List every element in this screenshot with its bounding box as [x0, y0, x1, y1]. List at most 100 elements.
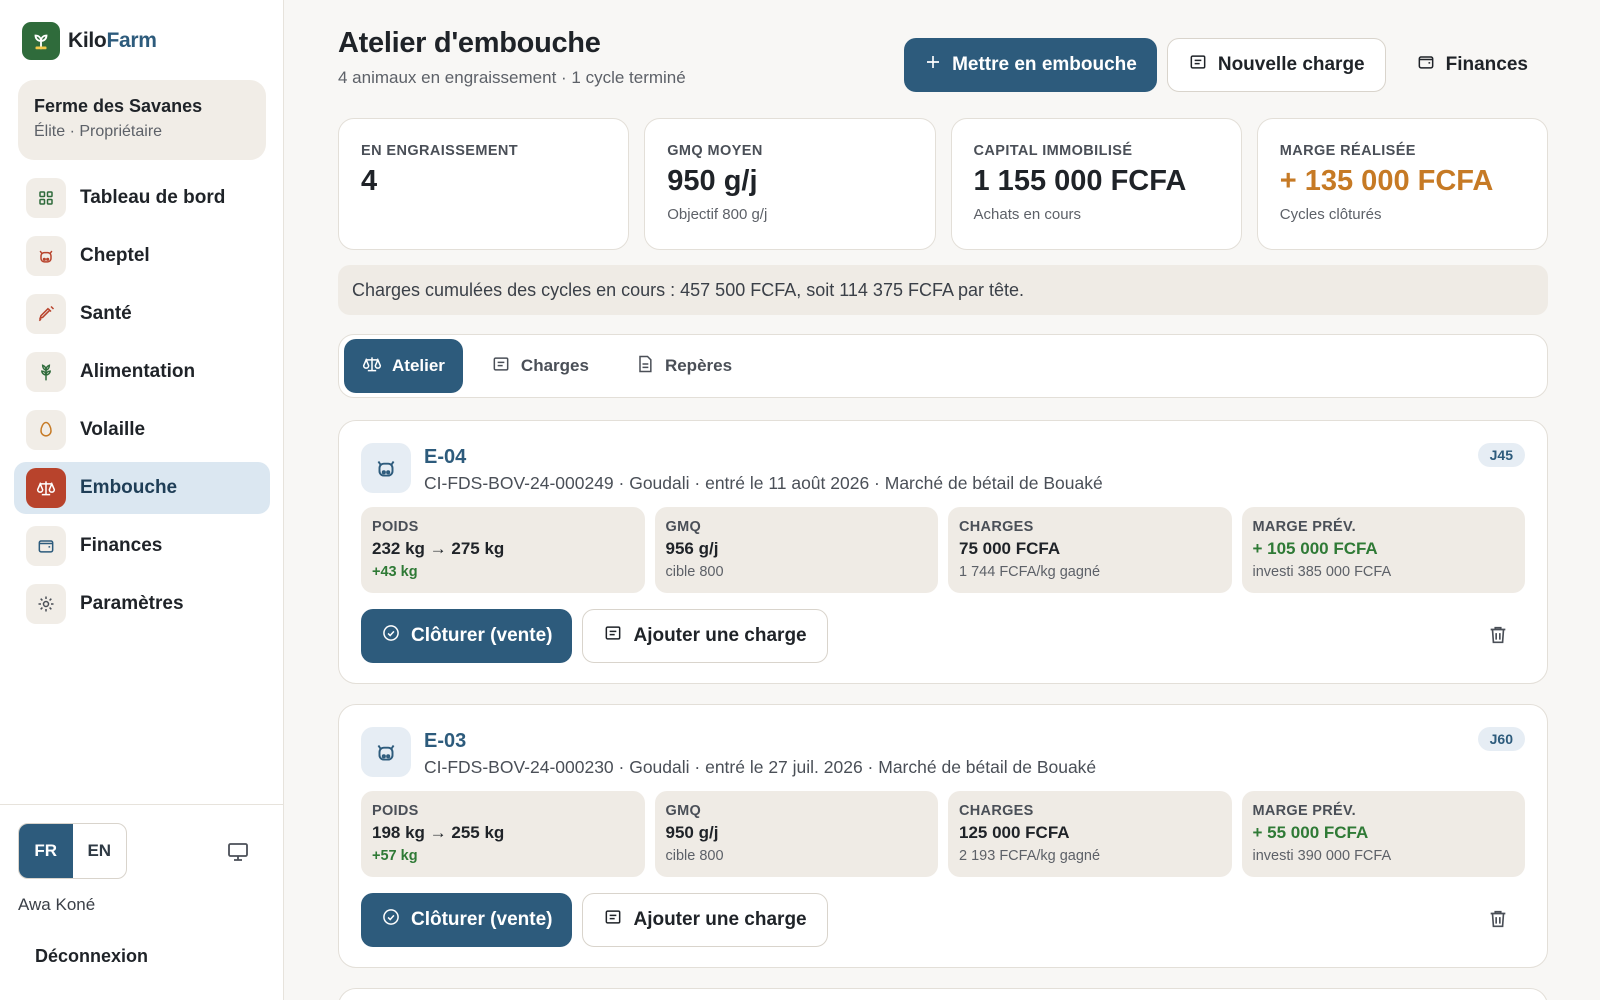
metric-note: cible 800: [665, 564, 724, 580]
cow-icon: [361, 443, 411, 493]
lot-id[interactable]: E-04: [424, 446, 466, 469]
nav-label: Embouche: [80, 477, 178, 498]
metric-value: + 105 000 FCFA: [1252, 539, 1378, 558]
add-charge-button[interactable]: Ajouter une charge: [582, 609, 828, 663]
new-charge-label: Nouvelle charge: [1217, 54, 1365, 75]
trash-icon[interactable]: [1487, 623, 1509, 647]
nav-label: Finances: [80, 535, 163, 556]
metric-note: +57 kg: [372, 848, 418, 864]
receipt-icon: [603, 907, 623, 933]
metric-label: CHARGES: [959, 519, 1034, 535]
receipt-icon: [603, 623, 623, 649]
stat-value: + 135 000 FCFA: [1279, 165, 1494, 197]
metric-charges: CHARGES 125 000 FCFA 2 193 FCFA/kg gagné: [948, 791, 1232, 877]
metric-value: 956 g/j: [665, 539, 719, 558]
nav-item-tableau-de-bord[interactable]: Tableau de bord: [14, 172, 270, 224]
nav-label: Tableau de bord: [80, 187, 226, 208]
tab-charges[interactable]: Charges: [473, 339, 607, 393]
lot-metrics: POIDS 198 kg → 255 kg +57 kg GMQ 950 g/j…: [361, 791, 1525, 877]
add-charge-label: Ajouter une charge: [633, 625, 807, 646]
tab-atelier[interactable]: Atelier: [344, 339, 463, 393]
header-actions: Mettre en embouche Nouvelle charge Finan…: [904, 38, 1548, 92]
finances-button[interactable]: Finances: [1396, 38, 1548, 92]
nav-item-volaille[interactable]: Volaille: [14, 404, 270, 456]
nav-item-embouche[interactable]: Embouche: [14, 462, 270, 514]
stat-value: 4: [361, 165, 378, 197]
metric-note: investi 385 000 FCFA: [1252, 564, 1392, 580]
sidebar-nav: Tableau de bord Cheptel Santé Alimentati…: [14, 172, 270, 636]
close-sale-button[interactable]: Clôturer (vente): [361, 893, 573, 947]
logout-button[interactable]: Déconnexion: [35, 946, 148, 967]
charges-notice: Charges cumulées des cycles en cours : 4…: [338, 265, 1548, 315]
sprout-logo-icon: [22, 22, 60, 60]
scale-icon: [362, 354, 382, 379]
lot-meta: CI-FDS-BOV-24-000230 · Goudali · entré l…: [424, 757, 1097, 777]
stat-label: EN ENGRAISSEMENT: [361, 143, 519, 159]
page-subtitle: 4 animaux en engraissement · 1 cycle ter…: [338, 68, 686, 87]
trash-icon[interactable]: [1487, 907, 1509, 931]
stat-card-gmq: GMQ MOYEN 950 g/j Objectif 800 g/j: [644, 118, 936, 250]
page-title: Atelier d'embouche: [338, 27, 601, 59]
stat-card-fattening: EN ENGRAISSEMENT 4: [338, 118, 630, 250]
nav-label: Cheptel: [80, 245, 150, 266]
wallet-icon: [1416, 52, 1436, 78]
metric-value: 125 000 FCFA: [959, 823, 1070, 842]
metric-value: 232 kg → 275 kg: [372, 539, 505, 558]
scale-icon: [26, 468, 66, 508]
stat-label: GMQ MOYEN: [667, 143, 763, 159]
metric-value: 198 kg → 255 kg: [372, 823, 505, 842]
lot-actions: Clôturer (vente) Ajouter une charge: [361, 609, 828, 663]
egg-icon: [26, 410, 66, 450]
metric-margin: MARGE PRÉV. + 105 000 FCFA investi 385 0…: [1241, 507, 1525, 593]
stat-card-margin: MARGE RÉALISÉE + 135 000 FCFA Cycles clô…: [1256, 118, 1548, 250]
lot-id[interactable]: E-03: [424, 730, 466, 753]
close-sale-button[interactable]: Clôturer (vente): [361, 609, 573, 663]
metric-label: GMQ: [665, 519, 702, 535]
day-badge: J45: [1477, 443, 1525, 467]
grid-icon: [26, 178, 66, 218]
metric-value: 75 000 FCFA: [959, 539, 1061, 558]
metric-note: 1 744 FCFA/kg gagné: [959, 564, 1101, 580]
brand[interactable]: KiloFarm: [22, 22, 157, 60]
metric-label: POIDS: [372, 519, 419, 535]
wheat-icon: [26, 352, 66, 392]
tab-reperes[interactable]: Repères: [617, 339, 750, 393]
lot-card: E-03 CI-FDS-BOV-24-000230 · Goudali · en…: [338, 704, 1548, 968]
metric-charges: CHARGES 75 000 FCFA 1 744 FCFA/kg gagné: [948, 507, 1232, 593]
farm-switcher[interactable]: Ferme des Savanes Élite · Propriétaire: [18, 80, 266, 160]
metric-margin: MARGE PRÉV. + 55 000 FCFA investi 390 00…: [1241, 791, 1525, 877]
stat-label: CAPITAL IMMOBILISÉ: [973, 143, 1133, 159]
stat-label: MARGE RÉALISÉE: [1279, 143, 1416, 159]
add-charge-label: Ajouter une charge: [633, 909, 807, 930]
receipt-icon: [1188, 52, 1208, 78]
lot-card-partial: [338, 988, 1548, 1000]
check-circle-icon: [381, 623, 401, 649]
stat-note: Objectif 800 g/j: [667, 206, 768, 223]
day-badge: J60: [1477, 727, 1525, 751]
lot-actions: Clôturer (vente) Ajouter une charge: [361, 893, 828, 947]
lot-metrics: POIDS 232 kg → 275 kg +43 kg GMQ 956 g/j…: [361, 507, 1525, 593]
tab-bar: Atelier Charges Repères: [338, 334, 1548, 398]
nav-item-sante[interactable]: Santé: [14, 288, 270, 340]
syringe-icon: [26, 294, 66, 334]
lang-fr-button[interactable]: FR: [19, 824, 73, 878]
metric-weight: POIDS 232 kg → 275 kg +43 kg: [361, 507, 645, 593]
stat-note: Achats en cours: [973, 206, 1082, 223]
nav-label: Alimentation: [80, 361, 196, 382]
start-fattening-button[interactable]: Mettre en embouche: [904, 38, 1157, 92]
stat-note: Cycles clôturés: [1279, 206, 1382, 223]
metric-note: 2 193 FCFA/kg gagné: [959, 848, 1101, 864]
add-charge-button[interactable]: Ajouter une charge: [582, 893, 828, 947]
finances-label: Finances: [1445, 54, 1528, 75]
monitor-icon[interactable]: [226, 841, 252, 865]
farm-name: Ferme des Savanes: [34, 96, 203, 116]
metric-note: cible 800: [665, 848, 724, 864]
nav-item-cheptel[interactable]: Cheptel: [14, 230, 270, 282]
lang-en-button[interactable]: EN: [73, 824, 127, 878]
nav-item-parametres[interactable]: Paramètres: [14, 578, 270, 630]
nav-item-finances[interactable]: Finances: [14, 520, 270, 572]
nav-item-alimentation[interactable]: Alimentation: [14, 346, 270, 398]
tab-label: Charges: [520, 356, 589, 375]
new-charge-button[interactable]: Nouvelle charge: [1166, 38, 1386, 92]
lot-card: E-04 CI-FDS-BOV-24-000249 · Goudali · en…: [338, 420, 1548, 684]
